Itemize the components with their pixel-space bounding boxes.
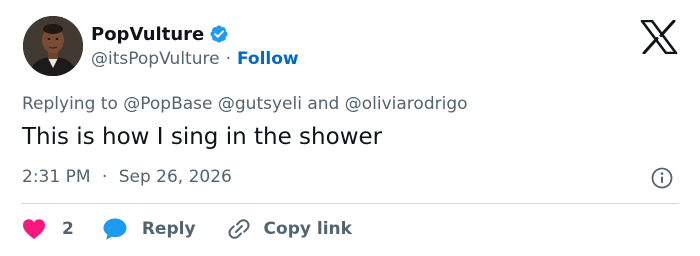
- replying-to-conjunction: and: [307, 94, 340, 114]
- action-bar: 2 Reply Copy link: [22, 216, 352, 242]
- tweet-date: Sep 26, 2026: [118, 167, 232, 187]
- speech-bubble-icon: [103, 218, 127, 240]
- link-icon: [228, 219, 250, 239]
- tweet-text: This is how I sing in the shower: [22, 124, 383, 150]
- separator-dot: ·: [225, 49, 231, 69]
- mention-link[interactable]: @gutsyeli: [218, 94, 302, 114]
- tweet-timestamp[interactable]: 2:31 PM · Sep 26, 2026: [22, 167, 232, 187]
- replying-to-prefix: Replying to: [22, 94, 118, 114]
- heart-icon: [23, 219, 45, 239]
- separator-dot: ·: [101, 167, 108, 187]
- info-icon[interactable]: [650, 166, 674, 190]
- copy-link-button[interactable]: Copy link: [226, 217, 352, 241]
- avatar[interactable]: [23, 16, 83, 76]
- x-logo-icon[interactable]: [640, 19, 678, 55]
- reply-button[interactable]: Reply: [102, 217, 196, 241]
- reply-label: Reply: [141, 219, 196, 239]
- mention-link[interactable]: @oliviarodrigo: [345, 94, 468, 114]
- author-name-row: PopVulture: [91, 22, 229, 46]
- copy-link-label: Copy link: [263, 219, 352, 239]
- author-handle-row: @itsPopVulture · Follow: [91, 49, 299, 69]
- like-count: 2: [62, 219, 74, 239]
- author-handle[interactable]: @itsPopVulture: [91, 49, 220, 69]
- follow-button[interactable]: Follow: [237, 49, 299, 69]
- divider: [22, 203, 679, 204]
- like-button[interactable]: 2: [22, 218, 74, 240]
- verified-badge-icon: [209, 24, 229, 44]
- tweet-time: 2:31 PM: [22, 167, 91, 187]
- mention-link[interactable]: @PopBase: [123, 94, 212, 114]
- author-display-name[interactable]: PopVulture: [91, 24, 204, 45]
- replying-to-line: Replying to @PopBase @gutsyeli and @oliv…: [22, 94, 468, 114]
- tweet-card: PopVulture @itsPopVulture · Follow Reply…: [0, 0, 700, 256]
- avatar-image: [23, 16, 83, 76]
